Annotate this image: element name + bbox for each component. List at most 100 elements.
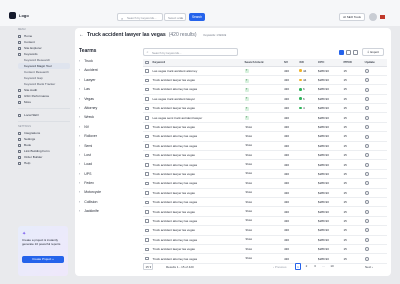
refresh-icon[interactable] <box>364 209 369 214</box>
term-vegas[interactable]: › Vegas <box>79 95 139 104</box>
keyword-cell[interactable]: Truck accident lawyer las vegas <box>150 150 243 161</box>
keyword-cell[interactable]: Truck accident lawyer las vegas <box>150 169 243 180</box>
update-cell[interactable] <box>362 103 387 114</box>
keyword-cell[interactable]: Las vegas semi truck accident lawyer <box>150 112 243 123</box>
row-select-cell[interactable] <box>143 253 151 264</box>
row-select-cell[interactable] <box>143 112 151 123</box>
term-jackknife[interactable]: › Jackknife <box>79 207 139 216</box>
checkbox[interactable] <box>145 116 149 120</box>
refresh-icon[interactable] <box>364 190 369 195</box>
keyword-cell[interactable]: Las vegas truck accident attorney <box>150 66 243 76</box>
grid-view-icon[interactable] <box>346 49 351 55</box>
checkbox[interactable] <box>145 134 149 139</box>
table-row[interactable]: Truck accident attorney las vegas T 430 6 $2… <box>143 84 387 95</box>
update-cell[interactable] <box>362 206 387 217</box>
table-row[interactable]: Truck accident lawyer las vegas Show 430 $2… <box>143 206 387 217</box>
row-select-cell[interactable] <box>143 122 151 133</box>
keyword-cell[interactable]: Truck accident attorney las vegas <box>150 253 243 264</box>
row-select-cell[interactable] <box>143 197 151 208</box>
refresh-icon[interactable] <box>364 96 369 101</box>
row-select-cell[interactable] <box>143 66 151 76</box>
checkbox[interactable] <box>145 69 149 73</box>
update-cell[interactable] <box>362 178 387 189</box>
update-cell[interactable] <box>362 122 387 133</box>
page-3[interactable]: 3 <box>312 263 318 270</box>
table-row[interactable]: Truck accident attorney las vegas Show 430… <box>143 178 387 189</box>
term-load[interactable]: › Load <box>79 160 139 169</box>
update-cell[interactable] <box>362 131 387 142</box>
update-cell[interactable] <box>362 235 387 245</box>
export-button[interactable]: ⇩ Export <box>362 48 384 56</box>
keyword-cell[interactable]: Truck accident attorney las vegas <box>150 141 243 152</box>
keyword-cell[interactable]: Truck accident attorney las vegas <box>150 197 243 208</box>
refresh-icon[interactable] <box>364 78 369 83</box>
term-rollover[interactable]: › Rollover <box>79 132 139 141</box>
checkbox[interactable] <box>145 153 149 158</box>
table-row[interactable]: Truck accident lawyer las vegas Show 430 $2… <box>143 122 387 133</box>
table-row[interactable]: Truck accident attorney las vegas Show 430… <box>143 253 387 264</box>
row-select-cell[interactable] <box>143 75 151 86</box>
checkbox[interactable] <box>145 87 149 92</box>
checkbox[interactable] <box>145 256 149 261</box>
row-select-cell[interactable] <box>143 131 151 142</box>
row-select-cell[interactable] <box>143 235 151 245</box>
keyword-cell[interactable]: Las vegas truck accident lawyer <box>150 94 243 105</box>
table-row[interactable]: Truck accident attorney las vegas Show 430… <box>143 235 387 245</box>
update-cell[interactable] <box>362 141 387 152</box>
checkbox[interactable] <box>145 228 149 233</box>
checkbox[interactable] <box>145 210 149 214</box>
update-cell[interactable] <box>362 112 387 123</box>
term-attorney[interactable]: › Attorney <box>79 104 139 113</box>
term-lawyer[interactable]: › Lawyer <box>79 76 139 85</box>
keyword-cell[interactable]: Truck accident lawyer las vegas <box>150 206 243 217</box>
row-select-cell[interactable] <box>143 178 151 189</box>
list-view-icon[interactable] <box>339 49 344 55</box>
update-cell[interactable] <box>362 66 387 76</box>
table-row[interactable]: Truck accident attorney las vegas Show 430… <box>143 159 387 170</box>
table-row[interactable]: Truck accident attorney las vegas Show 430… <box>143 197 387 208</box>
checkbox[interactable] <box>145 247 149 252</box>
page-2[interactable]: 2 <box>304 263 310 270</box>
refresh-icon[interactable] <box>364 228 369 233</box>
col-sv[interactable]: SV <box>282 59 298 67</box>
col-keyword[interactable]: Keyword <box>150 59 243 67</box>
avatar[interactable] <box>369 13 377 21</box>
keyword-cell[interactable]: Truck accident attorney las vegas <box>150 216 243 227</box>
update-cell[interactable] <box>362 197 387 208</box>
keyword-cell[interactable]: Truck accident lawyer las vegas <box>150 225 243 236</box>
keyword-cell[interactable]: Truck accident attorney las vegas <box>150 178 243 189</box>
row-select-cell[interactable] <box>143 244 151 255</box>
keyword-cell[interactable]: Truck accident attorney las vegas <box>150 84 243 95</box>
page-1[interactable]: 1 <box>295 263 301 270</box>
checkbox[interactable] <box>145 219 149 223</box>
col-cpc[interactable]: CPC <box>316 59 342 67</box>
checkbox[interactable] <box>145 97 149 101</box>
col-ppcd[interactable]: PPCD <box>341 59 363 67</box>
checkbox[interactable] <box>145 60 149 65</box>
row-select-cell[interactable] <box>143 188 151 198</box>
refresh-icon[interactable] <box>364 87 369 92</box>
checkbox[interactable] <box>145 163 149 167</box>
col-update[interactable]: Update <box>362 59 387 67</box>
update-cell[interactable] <box>362 253 387 264</box>
checkbox[interactable] <box>145 181 149 186</box>
area-select[interactable]: Select area ▾ <box>164 13 186 21</box>
row-select-cell[interactable] <box>143 206 151 217</box>
refresh-icon[interactable] <box>364 68 369 73</box>
table-row[interactable]: Truck accident attorney las vegas Show 430… <box>143 141 387 152</box>
row-select-cell[interactable] <box>143 141 151 152</box>
keyword-cell[interactable]: Truck accident lawyer las vegas <box>150 75 243 86</box>
term-motorcycle[interactable]: › Motorcycle <box>79 188 139 197</box>
refresh-icon[interactable] <box>364 237 369 242</box>
refresh-icon[interactable] <box>364 219 369 224</box>
create-project-button[interactable]: Create Project + <box>22 256 64 263</box>
update-cell[interactable] <box>362 216 387 227</box>
row-select-cell[interactable] <box>143 150 151 161</box>
row-select-cell[interactable] <box>143 225 151 236</box>
update-cell[interactable] <box>362 94 387 105</box>
table-row[interactable]: Truck accident lawyer las vegas Show 430 $2… <box>143 188 387 198</box>
update-cell[interactable] <box>362 150 387 161</box>
table-search-input[interactable]: ⌕ Search by keywords... <box>143 48 238 56</box>
checkbox[interactable] <box>145 78 149 83</box>
row-select-cell[interactable] <box>143 84 151 95</box>
